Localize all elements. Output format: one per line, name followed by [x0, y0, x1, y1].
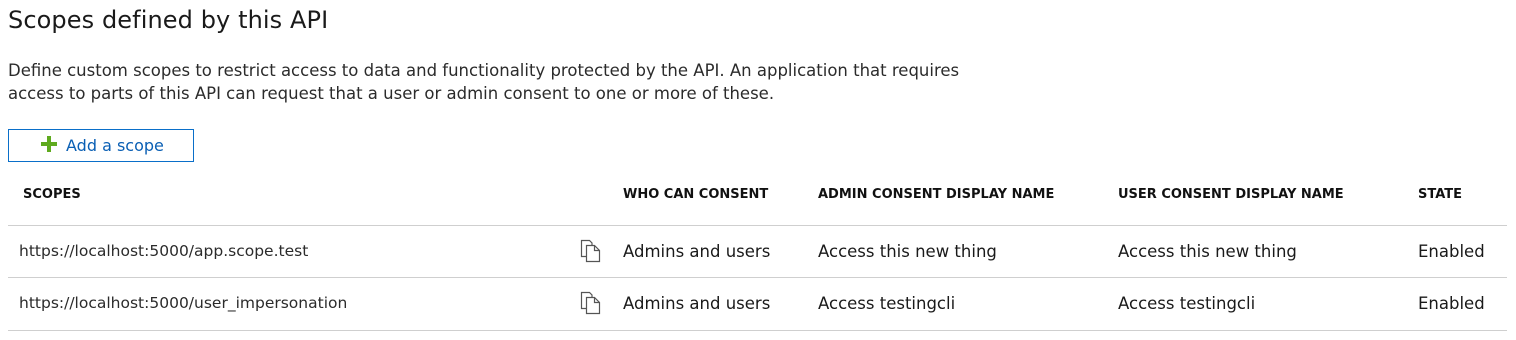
copy-icon[interactable] — [580, 291, 602, 315]
add-scope-button[interactable]: Add a scope — [8, 129, 194, 162]
add-scope-label: Add a scope — [66, 136, 164, 155]
column-header-who-can-consent: WHO CAN CONSENT — [623, 187, 769, 202]
page-title: Scopes defined by this API — [8, 6, 329, 34]
state-value: Enabled — [1418, 294, 1485, 313]
admin-consent-display-name-value: Access testingcli — [818, 294, 956, 313]
who-can-consent-value: Admins and users — [623, 294, 771, 313]
column-header-user-consent-display-name: USER CONSENT DISPLAY NAME — [1118, 187, 1344, 202]
row-divider — [8, 330, 1507, 331]
who-can-consent-value: Admins and users — [623, 242, 771, 261]
header-divider — [8, 225, 1507, 226]
scopes-section: Scopes defined by this API Define custom… — [0, 0, 1516, 340]
plus-icon — [41, 136, 57, 152]
row-divider — [8, 277, 1507, 278]
scope-value[interactable]: https://localhost:5000/user_impersonatio… — [19, 294, 347, 312]
user-consent-display-name-value: Access this new thing — [1118, 242, 1297, 261]
section-description: Define custom scopes to restrict access … — [8, 61, 960, 103]
column-header-state: STATE — [1418, 187, 1463, 202]
admin-consent-display-name-value: Access this new thing — [818, 242, 997, 261]
user-consent-display-name-value: Access testingcli — [1118, 294, 1256, 313]
copy-icon[interactable] — [580, 239, 602, 263]
scope-value[interactable]: https://localhost:5000/app.scope.test — [19, 242, 308, 260]
column-header-scopes: SCOPES — [23, 187, 81, 202]
column-header-admin-consent-display-name: ADMIN CONSENT DISPLAY NAME — [818, 187, 1055, 202]
state-value: Enabled — [1418, 242, 1485, 261]
